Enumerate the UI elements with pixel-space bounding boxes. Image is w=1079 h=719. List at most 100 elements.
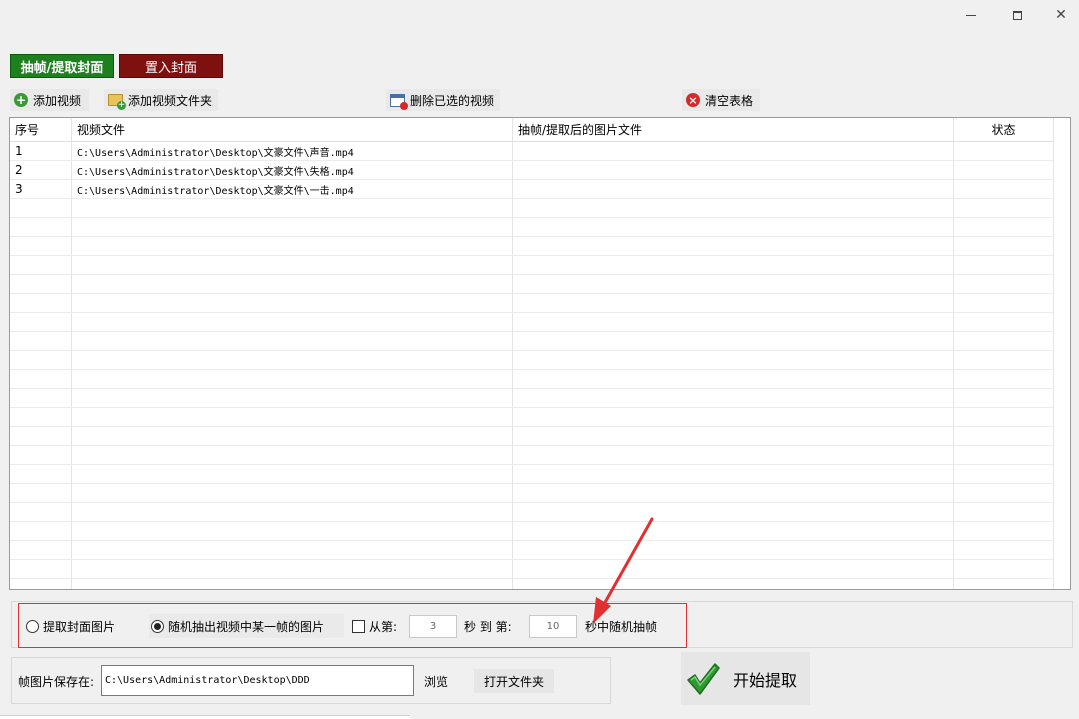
start-extract-button[interactable]: 开始提取 (681, 652, 810, 705)
empty-cell (72, 522, 513, 540)
empty-table-row (10, 313, 1054, 332)
empty-cell (954, 503, 1054, 521)
empty-cell (513, 579, 954, 589)
end-second-input[interactable]: 10 (529, 615, 577, 638)
empty-cell (72, 275, 513, 293)
empty-table-row (10, 465, 1054, 484)
empty-cell (513, 408, 954, 426)
empty-cell (10, 218, 72, 236)
empty-cell (72, 465, 513, 483)
table-row[interactable]: 2 C:\Users\Administrator\Desktop\文豪文件\失格… (10, 161, 1054, 180)
empty-cell (513, 332, 954, 350)
save-path-input[interactable]: C:\Users\Administrator\Desktop\DDD (101, 665, 414, 696)
header-status[interactable]: 状态 (954, 118, 1054, 141)
clear-table-button[interactable]: × 清空表格 (682, 89, 760, 111)
empty-cell (10, 446, 72, 464)
tab-insert-cover[interactable]: 置入封面 (119, 54, 223, 78)
empty-cell (954, 389, 1054, 407)
radio-selected-icon (151, 619, 164, 633)
minimize-icon (966, 14, 976, 16)
add-video-button[interactable]: + 添加视频 (10, 89, 89, 111)
empty-cell (954, 484, 1054, 502)
empty-table-row (10, 332, 1054, 351)
empty-cell (513, 484, 954, 502)
status-strip (0, 715, 410, 719)
extract-cover-radio[interactable]: 提取封面图片 (26, 614, 136, 638)
empty-cell (954, 541, 1054, 559)
delete-selected-button[interactable]: 删除已选的视频 (386, 89, 500, 111)
header-video-file[interactable]: 视频文件 (72, 118, 513, 141)
empty-cell (10, 313, 72, 331)
empty-cell (10, 408, 72, 426)
extract-cover-label: 提取封面图片 (43, 619, 116, 634)
minimize-button[interactable] (948, 0, 994, 30)
range-checkbox[interactable]: 从第: (352, 614, 402, 638)
empty-table-row (10, 484, 1054, 503)
random-frame-radio[interactable]: 随机抽出视频中某一帧的图片 (149, 614, 344, 638)
empty-cell (513, 275, 954, 293)
range-to-label: 秒 到 第: (464, 619, 512, 634)
clear-table-label: 清空表格 (705, 93, 754, 108)
empty-cell (72, 218, 513, 236)
row-status (954, 142, 1054, 160)
header-output-file[interactable]: 抽帧/提取后的图片文件 (513, 118, 954, 141)
table-row[interactable]: 1 C:\Users\Administrator\Desktop\文豪文件\声音… (10, 142, 1054, 161)
empty-cell (954, 427, 1054, 445)
empty-table-row (10, 237, 1054, 256)
open-folder-button[interactable]: 打开文件夹 (474, 669, 554, 693)
row-output-file (513, 161, 954, 179)
empty-cell (954, 370, 1054, 388)
header-index[interactable]: 序号 (10, 118, 72, 141)
empty-cell (72, 294, 513, 312)
empty-table-row (10, 522, 1054, 541)
empty-cell (72, 579, 513, 589)
empty-cell (513, 465, 954, 483)
empty-cell (72, 541, 513, 559)
folder-add-icon (108, 94, 126, 110)
row-index: 2 (10, 161, 72, 179)
empty-cell (10, 199, 72, 217)
empty-cell (72, 199, 513, 217)
add-video-folder-button[interactable]: 添加视频文件夹 (104, 89, 218, 111)
add-video-label: 添加视频 (33, 93, 82, 108)
browse-button[interactable]: 浏览 (418, 670, 454, 692)
empty-cell (513, 541, 954, 559)
empty-table-row (10, 256, 1054, 275)
empty-table-row (10, 427, 1054, 446)
row-index: 3 (10, 180, 72, 198)
row-video-file: C:\Users\Administrator\Desktop\文豪文件\失格.m… (72, 161, 513, 179)
empty-cell (513, 522, 954, 540)
empty-table-row (10, 446, 1054, 465)
empty-table-row (10, 541, 1054, 560)
save-location-label: 帧图片保存在: (18, 674, 95, 689)
empty-cell (954, 294, 1054, 312)
empty-cell (72, 560, 513, 578)
delete-selected-label: 删除已选的视频 (410, 93, 495, 108)
add-video-folder-label: 添加视频文件夹 (128, 93, 213, 108)
empty-cell (72, 313, 513, 331)
maximize-icon (1012, 10, 1022, 20)
tab-extract-cover[interactable]: 抽帧/提取封面 (10, 54, 114, 78)
empty-cell (10, 541, 72, 559)
empty-cell (513, 237, 954, 255)
start-second-input[interactable]: 3 (409, 615, 457, 638)
empty-cell (10, 522, 72, 540)
table-row[interactable]: 3 C:\Users\Administrator\Desktop\文豪文件\一击… (10, 180, 1054, 199)
close-button[interactable]: ✕ (1038, 0, 1079, 30)
empty-cell (10, 465, 72, 483)
empty-cell (513, 218, 954, 236)
close-icon: ✕ (1055, 7, 1067, 23)
start-extract-label: 开始提取 (733, 670, 798, 690)
maximize-button[interactable] (994, 0, 1040, 30)
empty-cell (72, 503, 513, 521)
empty-cell (513, 256, 954, 274)
empty-cell (954, 218, 1054, 236)
add-icon: + (14, 93, 28, 107)
delete-window-icon (390, 93, 408, 110)
empty-cell (72, 446, 513, 464)
random-frame-label: 随机抽出视频中某一帧的图片 (168, 619, 325, 634)
empty-cell (10, 370, 72, 388)
empty-table-row (10, 503, 1054, 522)
video-table[interactable]: 序号 视频文件 抽帧/提取后的图片文件 状态 1 C:\Users\Admini… (9, 117, 1071, 590)
empty-cell (513, 389, 954, 407)
